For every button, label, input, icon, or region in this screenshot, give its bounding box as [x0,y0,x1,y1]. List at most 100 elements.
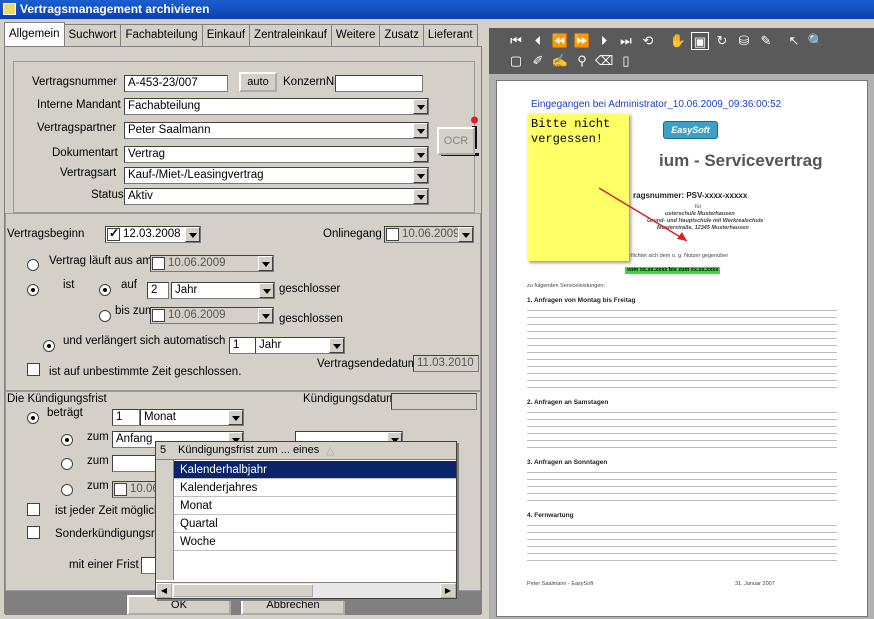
betraegt-unit-select[interactable]: Monat [140,409,244,426]
vertragsart-select[interactable]: Kauf-/Miet-/Leasingvertrag [124,167,429,184]
verlaengert-radio[interactable] [43,340,55,352]
pen-icon[interactable]: ✐ [529,52,547,70]
tab-fachabteilung[interactable]: Fachabteilung [120,24,203,46]
note-icon[interactable]: ▢ [507,52,525,70]
kuendigungsdatum-field[interactable] [391,393,477,410]
zum-field-2[interactable] [112,455,160,472]
unbestimmt-checkbox[interactable] [27,363,40,376]
dropdown-option-kalenderhalbjahr[interactable]: Kalenderhalbjahr [174,461,456,479]
zum-radio-1[interactable] [61,434,73,446]
bis-zum-radio[interactable] [99,310,111,322]
link-icon[interactable]: ⚲ [573,52,591,70]
tab-lieferant[interactable]: Lieferant [422,24,478,46]
sonder-checkbox[interactable] [27,526,40,539]
jeder-zeit-label: ist jeder Zeit möglich [55,505,161,517]
vertragsnummer-field[interactable]: A-453-23/007 [124,75,228,92]
zum-radio-2[interactable] [61,458,73,470]
bis-zum-checkbox[interactable] [152,309,165,322]
betraegt-radio[interactable] [27,412,39,424]
hand-tool-icon[interactable]: ✋ [669,32,687,50]
tab-zusatz[interactable]: Zusatz [379,24,424,46]
mandant-label: Interne Mandant [37,99,121,111]
kuendigungsfrist-label: Die Kündigungsfrist [7,393,107,405]
tab-zentraleinkauf[interactable]: Zentraleinkauf [249,24,332,46]
stamp-icon[interactable]: ⛁ [735,32,753,50]
auf-value-field[interactable]: 2 [147,282,169,299]
betraegt-value-field[interactable]: 1 [112,409,140,426]
ocr-button[interactable]: OCR [437,127,475,155]
chevron-down-icon[interactable] [329,338,344,353]
last-page-icon[interactable]: ⏭ [617,32,635,50]
dropdown-option-monat[interactable]: Monat [174,497,456,515]
scroll-thumb[interactable] [173,584,313,597]
dropdown-option-woche[interactable]: Woche [174,533,456,551]
vertragsbeginn-field[interactable]: 12.03.2008 [105,226,201,243]
first-page-icon[interactable]: ⏮ [507,32,525,50]
auf-unit-select[interactable]: Jahr [171,282,275,299]
reload-icon[interactable]: ⟲ [639,32,657,50]
chevron-down-icon[interactable] [259,283,274,298]
rotate-icon[interactable]: ↻ [713,32,731,50]
konzernnr-field[interactable] [335,75,423,92]
dropdown-option-kalenderjahres[interactable]: Kalenderjahres [174,479,456,497]
tab-weitere[interactable]: Weitere [330,24,381,46]
zum-date-field[interactable]: 10.06 [112,481,160,498]
services-line: zu folgenden Serviceleistungen: [527,283,605,289]
tab-einkauf[interactable]: Einkauf [201,24,251,46]
page-icon[interactable]: ▯ [617,52,635,70]
eraser-icon[interactable]: ⌫ [595,52,613,70]
prev-page-icon[interactable]: ⏴ [529,32,547,50]
mandant-select[interactable]: Fachabteilung [124,98,429,115]
chevron-down-icon[interactable] [413,123,428,138]
chevron-down-icon[interactable] [413,168,428,183]
chevron-down-icon[interactable] [413,99,428,114]
vertragsende-field[interactable]: 11.03.2010 [413,355,479,372]
scroll-right-icon[interactable]: ▶ [440,583,456,598]
jeder-zeit-checkbox[interactable] [27,503,40,516]
window-title: Vertragsmanagement archivieren [20,2,210,16]
tab-bar: Allgemein Suchwort Fachabteilung Einkauf… [4,22,478,47]
calendar-dropdown-icon[interactable] [185,227,200,242]
zoom-icon[interactable]: 🔍 [807,32,825,50]
tab-allgemein[interactable]: Allgemein [4,22,65,46]
ist-radio[interactable] [27,284,39,296]
dropdown-header-label[interactable]: Kündigungsfrist zum ... eines [178,444,319,456]
chevron-down-icon[interactable] [228,410,243,425]
pointer-icon[interactable]: ↖ [785,32,803,50]
chevron-down-icon[interactable] [413,189,428,204]
forward-icon[interactable]: ⏩ [573,32,591,50]
partner-select[interactable]: Peter Saalmann [124,122,429,139]
next-page-icon[interactable]: ⏵ [595,32,613,50]
chevron-down-icon[interactable] [413,147,428,162]
horizontal-scrollbar[interactable]: ◀ ▶ [156,582,456,598]
marker-icon[interactable]: ✎ [757,32,775,50]
verlaengert-unit-select[interactable]: Jahr [255,337,345,354]
laeuft-aus-field[interactable]: 10.06.2009 [150,255,274,272]
vertragsbeginn-checkbox[interactable] [107,227,120,241]
onlinegang-field[interactable]: 10.06.2009 [384,226,474,243]
status-select[interactable]: Aktiv [124,188,429,205]
laeuft-aus-checkbox[interactable] [152,257,165,270]
auto-button[interactable]: auto [239,72,277,92]
calendar-dropdown-icon[interactable] [258,256,273,271]
dropdown-option-quartal[interactable]: Quartal [174,515,456,533]
laeuft-aus-radio[interactable] [27,259,39,271]
status-label: Status [91,189,124,201]
scroll-left-icon[interactable]: ◀ [156,583,172,598]
onlinegang-label: Onlinegang [323,228,382,240]
onlinegang-checkbox[interactable] [386,228,399,241]
verlaengert-value-field[interactable]: 1 [229,337,257,354]
auf-label: auf [121,279,137,291]
tab-suchwort[interactable]: Suchwort [63,24,122,46]
fit-page-icon[interactable]: ▣ [691,32,709,50]
document-viewer: ⏮ ⏴ ⏪ ⏩ ⏵ ⏭ ⟲ ✋ ▣ ↻ ⛁ ✎ ↖ 🔍 ▢ ✐ ✍ ⚲ ⌫ ▯ … [489,28,874,619]
zum-radio-3[interactable] [61,484,73,496]
rewind-icon[interactable]: ⏪ [551,32,569,50]
auf-radio[interactable] [99,284,111,296]
calendar-dropdown-icon[interactable] [458,227,473,242]
zum-date-checkbox[interactable] [114,483,127,496]
bis-zum-field[interactable]: 10.06.2009 [150,307,274,324]
highlighter-icon[interactable]: ✍ [551,52,569,70]
calendar-dropdown-icon[interactable] [258,308,273,323]
dokumentart-select[interactable]: Vertrag [124,146,429,163]
